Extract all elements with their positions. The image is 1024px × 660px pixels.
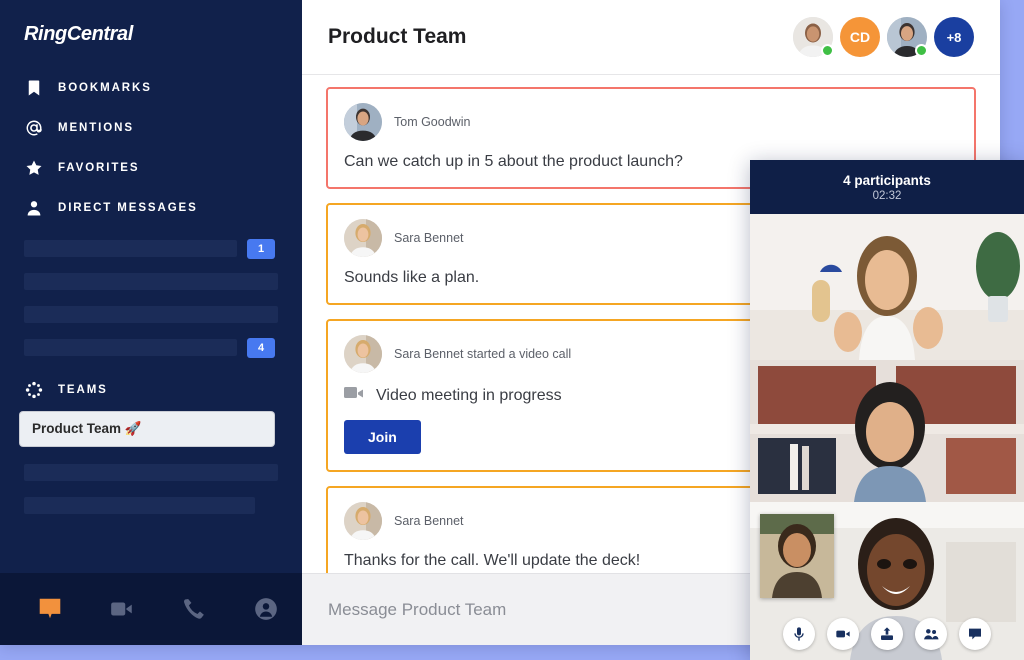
video-tile-participant-1[interactable] [750, 214, 1024, 360]
avatar[interactable] [344, 502, 382, 540]
person-icon [24, 198, 44, 218]
list-item[interactable] [24, 497, 278, 514]
star-icon [24, 158, 44, 178]
message-icon[interactable] [30, 591, 70, 627]
placeholder-bar [24, 339, 237, 356]
presence-indicator [821, 44, 834, 57]
message-header: Tom Goodwin [344, 103, 958, 141]
video-tile-participant-2[interactable] [750, 360, 1024, 502]
placeholder-bar [24, 464, 278, 481]
sidebar-item-product-team[interactable]: Product Team 🚀 [20, 412, 274, 446]
avatar-overflow-count[interactable]: +8 [934, 17, 974, 57]
direct-message-list: 1 4 [0, 240, 302, 372]
participant-count: 4 participants [843, 173, 931, 188]
app-logo: RingCentral [0, 0, 302, 44]
bookmark-icon [24, 78, 44, 98]
list-item[interactable] [24, 306, 278, 323]
sidebar-bottom-toolbar [0, 573, 302, 645]
avatar-initials[interactable]: CD [840, 17, 880, 57]
sidebar-section-teams[interactable]: TEAMS [0, 372, 302, 400]
list-item[interactable]: 1 [24, 240, 278, 257]
list-item[interactable]: 4 [24, 339, 278, 356]
unread-badge: 4 [247, 338, 275, 358]
page-title: Product Team [328, 25, 466, 49]
sidebar: RingCentral BOOKMARKS MENTIONS FAVORITES [0, 0, 302, 645]
chat-header: Product Team CD [302, 0, 1000, 75]
unread-badge: 1 [247, 239, 275, 259]
avatar[interactable] [887, 17, 927, 57]
video-call-panel: 4 participants 02:32 [750, 160, 1024, 660]
teams-dots-icon [24, 380, 44, 400]
camera-icon[interactable] [827, 618, 859, 650]
sidebar-item-label: DIRECT MESSAGES [58, 202, 198, 214]
video-icon[interactable] [102, 591, 142, 627]
video-call-header: 4 participants 02:32 [750, 160, 1024, 214]
placeholder-bar [24, 497, 255, 514]
video-icon [344, 385, 366, 406]
share-screen-icon[interactable] [871, 618, 903, 650]
message-author: Tom Goodwin [394, 115, 470, 129]
video-tile-grid [750, 214, 1024, 660]
join-button[interactable]: Join [344, 420, 421, 454]
sidebar-item-label: BOOKMARKS [58, 82, 152, 94]
meeting-status-text: Video meeting in progress [376, 387, 562, 405]
team-list [0, 464, 302, 530]
call-controls-bar [750, 618, 1024, 650]
avatar[interactable] [344, 103, 382, 141]
list-item[interactable] [24, 273, 278, 290]
placeholder-bar [24, 240, 237, 257]
at-sign-icon [24, 118, 44, 138]
microphone-icon[interactable] [783, 618, 815, 650]
call-timer: 02:32 [873, 190, 902, 202]
message-author: Sara Bennet started a video call [394, 347, 571, 361]
sidebar-item-label: MENTIONS [58, 122, 134, 134]
sidebar-item-bookmarks[interactable]: BOOKMARKS [0, 68, 302, 108]
sidebar-item-label: FAVORITES [58, 162, 139, 174]
avatar[interactable] [793, 17, 833, 57]
teams-label: TEAMS [58, 384, 108, 396]
participants-icon[interactable] [915, 618, 947, 650]
contacts-icon[interactable] [246, 591, 286, 627]
phone-icon[interactable] [174, 591, 214, 627]
message-author: Sara Bennet [394, 514, 464, 528]
sidebar-nav: BOOKMARKS MENTIONS FAVORITES DIRECT MESS… [0, 68, 302, 228]
placeholder-bar [24, 273, 278, 290]
sidebar-item-mentions[interactable]: MENTIONS [0, 108, 302, 148]
list-item[interactable] [24, 464, 278, 481]
self-view-thumbnail[interactable] [760, 514, 834, 598]
sidebar-item-favorites[interactable]: FAVORITES [0, 148, 302, 188]
presence-indicator [915, 44, 928, 57]
sidebar-item-direct-messages[interactable]: DIRECT MESSAGES [0, 188, 302, 228]
placeholder-bar [24, 306, 278, 323]
chat-icon[interactable] [959, 618, 991, 650]
message-author: Sara Bennet [394, 231, 464, 245]
avatar[interactable] [344, 219, 382, 257]
member-avatar-stack[interactable]: CD +8 [793, 17, 974, 57]
avatar[interactable] [344, 335, 382, 373]
